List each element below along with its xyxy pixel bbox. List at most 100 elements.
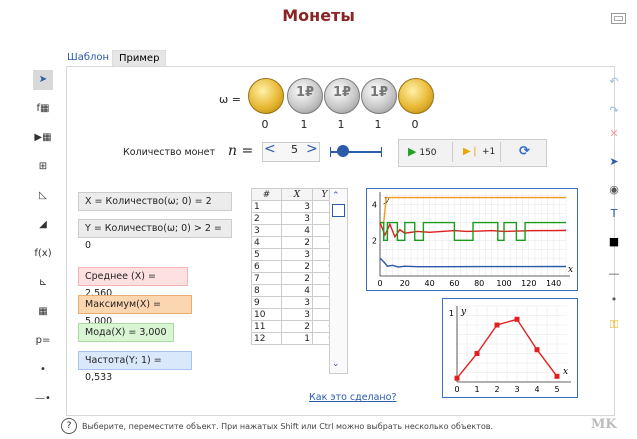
- table-cell: 1: [251, 200, 282, 213]
- x-axis-label: x: [563, 367, 568, 377]
- x-tick-label: 20: [400, 279, 410, 288]
- formula-icon[interactable]: f▦: [33, 99, 53, 119]
- coin-tails-icon[interactable]: 1₽: [324, 78, 360, 114]
- table-icon[interactable]: ▦: [33, 302, 53, 322]
- coin-tails-icon[interactable]: 1₽: [287, 78, 323, 114]
- play-150-button[interactable]: ▶ 150: [408, 141, 437, 163]
- coin-value: 0: [261, 118, 269, 131]
- refresh-icon[interactable]: ⟳: [519, 141, 530, 163]
- color-icon[interactable]: ■: [604, 232, 624, 252]
- x-tick-label: 140: [546, 279, 561, 288]
- table-row: 341: [251, 224, 337, 237]
- x-definition[interactable]: X = Количество(ω; 0) = 2: [78, 192, 232, 211]
- point-icon[interactable]: •: [33, 360, 53, 380]
- redo-icon[interactable]: ↷: [604, 101, 624, 121]
- cursor-icon[interactable]: ➤: [33, 70, 53, 90]
- undo-icon[interactable]: ↶: [604, 72, 624, 92]
- table-cell: 4: [281, 284, 313, 297]
- table-row: 1210: [251, 332, 337, 345]
- data-point: [474, 351, 480, 356]
- scroll-up-icon[interactable]: ⌃: [332, 191, 340, 201]
- table-cell: 4: [251, 236, 282, 249]
- coin-value: 0: [411, 118, 419, 131]
- step-1-button[interactable]: ▶❘ +1: [463, 141, 495, 163]
- table-row: 1031: [251, 308, 337, 321]
- logo: MK: [591, 417, 617, 432]
- n-slider-knob[interactable]: [337, 145, 349, 157]
- x-tick-label: 60: [449, 279, 459, 288]
- tab-example[interactable]: Пример: [112, 50, 167, 67]
- table-cell: 3: [281, 296, 313, 309]
- table-cell: 10: [251, 308, 282, 321]
- slide-icon[interactable]: ▶▦: [33, 128, 53, 148]
- delete-icon[interactable]: ✕: [604, 124, 624, 144]
- how-it-is-made-link[interactable]: Как это сделано?: [309, 392, 397, 403]
- table-row: 420: [251, 236, 337, 249]
- x-tick-label: 80: [474, 279, 484, 288]
- n-label: n =: [228, 143, 254, 159]
- dot-icon[interactable]: •: [604, 290, 624, 310]
- table-cell: 1: [281, 332, 313, 345]
- parameter-icon[interactable]: p=: [33, 331, 53, 351]
- area-icon[interactable]: ◢: [33, 215, 53, 235]
- scroll-down-icon[interactable]: ⌄: [332, 359, 340, 369]
- decrease-n-button[interactable]: <: [264, 141, 276, 157]
- table-row: 231: [251, 212, 337, 225]
- mean-value: Среднее (X) = 2,560: [78, 267, 188, 299]
- x-tick-label: 120: [521, 279, 536, 288]
- window-toggle-button[interactable]: [611, 13, 626, 24]
- table-cell: 2: [281, 236, 313, 249]
- increase-n-button[interactable]: >: [306, 141, 318, 157]
- table-cell: 2: [281, 320, 313, 333]
- line-style-icon[interactable]: —: [604, 264, 624, 284]
- table-cell: 2: [251, 212, 282, 225]
- help-icon[interactable]: ?: [61, 418, 77, 434]
- coin-tails-icon[interactable]: 1₽: [361, 78, 397, 114]
- coin-heads-icon[interactable]: [398, 78, 434, 114]
- table-cell: 3: [281, 212, 313, 225]
- x-tick-label: 0: [454, 385, 459, 394]
- x-axis-label: x: [568, 265, 573, 275]
- table-cell: 3: [281, 308, 313, 321]
- running-stats-chart: 0 20 40 60 80 100 120 14024xy: [366, 188, 578, 291]
- pointer-icon[interactable]: ➤: [604, 152, 624, 172]
- table-header-row: # X Y: [251, 188, 337, 201]
- step-icon: ▶❘: [463, 146, 480, 157]
- x-tick-label: 40: [425, 279, 435, 288]
- x-tick-label: 3: [514, 385, 519, 394]
- x-tick-label: 100: [496, 279, 511, 288]
- scroll-thumb[interactable]: [332, 204, 345, 217]
- status-text: Выберите, переместите объект. При нажаты…: [82, 422, 494, 431]
- column-header: #: [251, 188, 282, 201]
- table-row: 841: [251, 284, 337, 297]
- data-point: [554, 373, 560, 379]
- table-cell: 2: [281, 272, 313, 285]
- table-row: 1120: [251, 320, 337, 333]
- play-icon: ▶: [408, 145, 417, 158]
- axes-icon[interactable]: ⊾: [33, 273, 53, 293]
- y-axis-label: y: [460, 307, 467, 317]
- page-title: Монеты: [282, 6, 355, 25]
- text-icon[interactable]: T: [604, 204, 624, 224]
- function-icon[interactable]: f(x): [33, 244, 53, 264]
- coin-face: 1₽: [295, 85, 315, 100]
- table-cell: 2: [281, 260, 313, 273]
- data-point: [494, 322, 500, 328]
- data-point: [514, 316, 520, 322]
- n-value[interactable]: 5: [280, 143, 298, 156]
- triangle-icon[interactable]: ◺: [33, 186, 53, 206]
- lock-icon[interactable]: ⚿: [604, 315, 624, 335]
- tab-template[interactable]: Шаблон: [61, 50, 115, 66]
- mode-value: Мода(X) = 3,000: [78, 323, 174, 342]
- coin-heads-icon[interactable]: [248, 78, 284, 114]
- y-definition[interactable]: Y = Количество(ω; 0) > 2 = 0: [78, 219, 232, 251]
- line-icon[interactable]: —•: [33, 389, 53, 409]
- eye-icon[interactable]: ◉: [604, 180, 624, 200]
- table-scrollbar[interactable]: ⌃ ⌄: [329, 188, 348, 374]
- table-cell: 6: [251, 260, 282, 273]
- table-row: 720: [251, 272, 337, 285]
- table-row: 531: [251, 248, 337, 261]
- chart-icon[interactable]: ⊞: [33, 157, 53, 177]
- distribution-chart: 0 1 2 3 4 5 1 x y: [442, 298, 578, 398]
- play-150-label: 150: [419, 148, 437, 158]
